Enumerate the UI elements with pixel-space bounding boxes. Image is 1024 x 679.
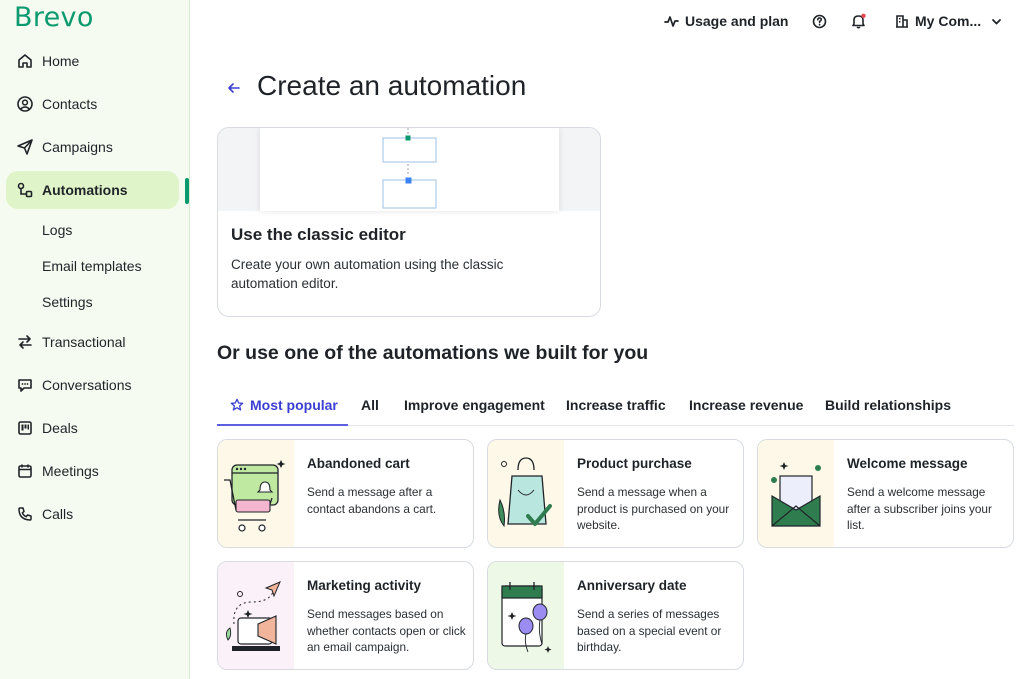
help-icon: [812, 14, 827, 29]
transfer-icon: [15, 332, 35, 352]
sidebar-item-deals[interactable]: Deals: [6, 409, 179, 447]
balloons-illustration: [488, 562, 564, 669]
template-card-marketing-activity[interactable]: Marketing activity Send messages based o…: [217, 561, 474, 670]
category-tabs: Most popular All Improve engagement Incr…: [217, 390, 1014, 426]
star-icon: [230, 398, 244, 412]
active-indicator: [185, 178, 189, 204]
usage-and-plan-button[interactable]: Usage and plan: [664, 11, 788, 31]
company-menu[interactable]: My Com...: [895, 11, 1002, 31]
template-card-abandoned-cart[interactable]: Abandoned cart Send a message after a co…: [217, 439, 474, 548]
bell-icon: [851, 13, 866, 29]
sidebar-item-label: Home: [42, 53, 80, 69]
sidebar-subitem-settings[interactable]: Settings: [42, 294, 93, 310]
sidebar-item-label: Contacts: [42, 96, 98, 112]
template-description: Send a welcome message after a subscribe…: [847, 485, 992, 532]
building-icon: [895, 14, 909, 28]
tab-build-relationships[interactable]: Build relationships: [825, 395, 951, 415]
notifications-button[interactable]: [851, 11, 866, 31]
tab-increase-traffic[interactable]: Increase traffic: [566, 395, 666, 415]
chat-icon: [15, 375, 35, 395]
sidebar-item-label: Conversations: [42, 377, 132, 393]
sidebar-item-label: Automations: [42, 182, 128, 198]
template-title: Abandoned cart: [307, 456, 410, 471]
template-card-product-purchase[interactable]: Product purchase Send a message when a p…: [487, 439, 744, 548]
megaphone-illustration: [218, 562, 294, 669]
sidebar-subitem-logs[interactable]: Logs: [42, 222, 72, 238]
cart-illustration: [218, 440, 294, 547]
sidebar: Brevo Home Contacts Campaigns Automation…: [0, 0, 190, 679]
classic-editor-card[interactable]: Use the classic editor Create your own a…: [217, 127, 601, 317]
back-arrow-icon[interactable]: [224, 78, 244, 98]
tab-most-popular[interactable]: Most popular: [230, 395, 338, 415]
sidebar-item-conversations[interactable]: Conversations: [6, 366, 179, 404]
brevo-logo[interactable]: Brevo: [14, 2, 94, 33]
sidebar-item-home[interactable]: Home: [6, 42, 179, 80]
sidebar-item-automations[interactable]: Automations: [6, 171, 179, 209]
activity-icon: [664, 14, 679, 29]
send-icon: [15, 137, 35, 157]
workflow-preview-illustration: [218, 128, 600, 211]
tab-all[interactable]: All: [361, 395, 379, 415]
phone-icon: [15, 504, 35, 524]
template-description: Send a message after a contact abandons …: [307, 485, 437, 516]
active-tab-underline: [217, 424, 348, 426]
help-button[interactable]: [812, 11, 827, 31]
sidebar-item-label: Meetings: [42, 463, 99, 479]
template-description: Send messages based on whether contacts …: [307, 607, 466, 654]
sidebar-item-contacts[interactable]: Contacts: [6, 85, 179, 123]
template-title: Marketing activity: [307, 578, 422, 593]
template-description: Send a message when a product is purchas…: [577, 485, 730, 532]
section-title: Or use one of the automations we built f…: [217, 342, 649, 364]
template-description: Send a series of messages based on a spe…: [577, 607, 722, 654]
template-title: Anniversary date: [577, 578, 687, 593]
page-title: Create an automation: [257, 70, 527, 101]
tab-increase-revenue[interactable]: Increase revenue: [689, 395, 803, 415]
sidebar-item-label: Transactional: [42, 334, 126, 350]
tab-label: Most popular: [250, 397, 338, 413]
template-card-anniversary-date[interactable]: Anniversary date Send a series of messag…: [487, 561, 744, 670]
sidebar-subitem-email-templates[interactable]: Email templates: [42, 258, 142, 274]
sidebar-item-transactional[interactable]: Transactional: [6, 323, 179, 361]
template-card-welcome-message[interactable]: Welcome message Send a welcome message a…: [757, 439, 1014, 548]
classic-editor-title: Use the classic editor: [231, 225, 406, 244]
classic-editor-description: Create your own automation using the cla…: [231, 257, 504, 291]
sidebar-item-label: Deals: [42, 420, 78, 436]
kanban-icon: [15, 418, 35, 438]
sidebar-item-label: Campaigns: [42, 139, 113, 155]
contacts-icon: [15, 94, 35, 114]
usage-label: Usage and plan: [685, 13, 789, 29]
tab-improve-engagement[interactable]: Improve engagement: [404, 395, 545, 415]
sidebar-item-meetings[interactable]: Meetings: [6, 452, 179, 490]
company-name: My Com...: [915, 13, 982, 29]
sidebar-item-label: Calls: [42, 506, 74, 522]
sidebar-item-campaigns[interactable]: Campaigns: [6, 128, 179, 166]
chevron-down-icon: [991, 16, 1002, 27]
calendar-icon: [15, 461, 35, 481]
envelope-illustration: [758, 440, 834, 547]
shopping-bag-illustration: [488, 440, 564, 547]
sidebar-item-calls[interactable]: Calls: [6, 495, 179, 533]
template-title: Welcome message: [847, 456, 968, 471]
automation-icon: [15, 180, 35, 200]
template-title: Product purchase: [577, 456, 692, 471]
home-icon: [15, 51, 35, 71]
